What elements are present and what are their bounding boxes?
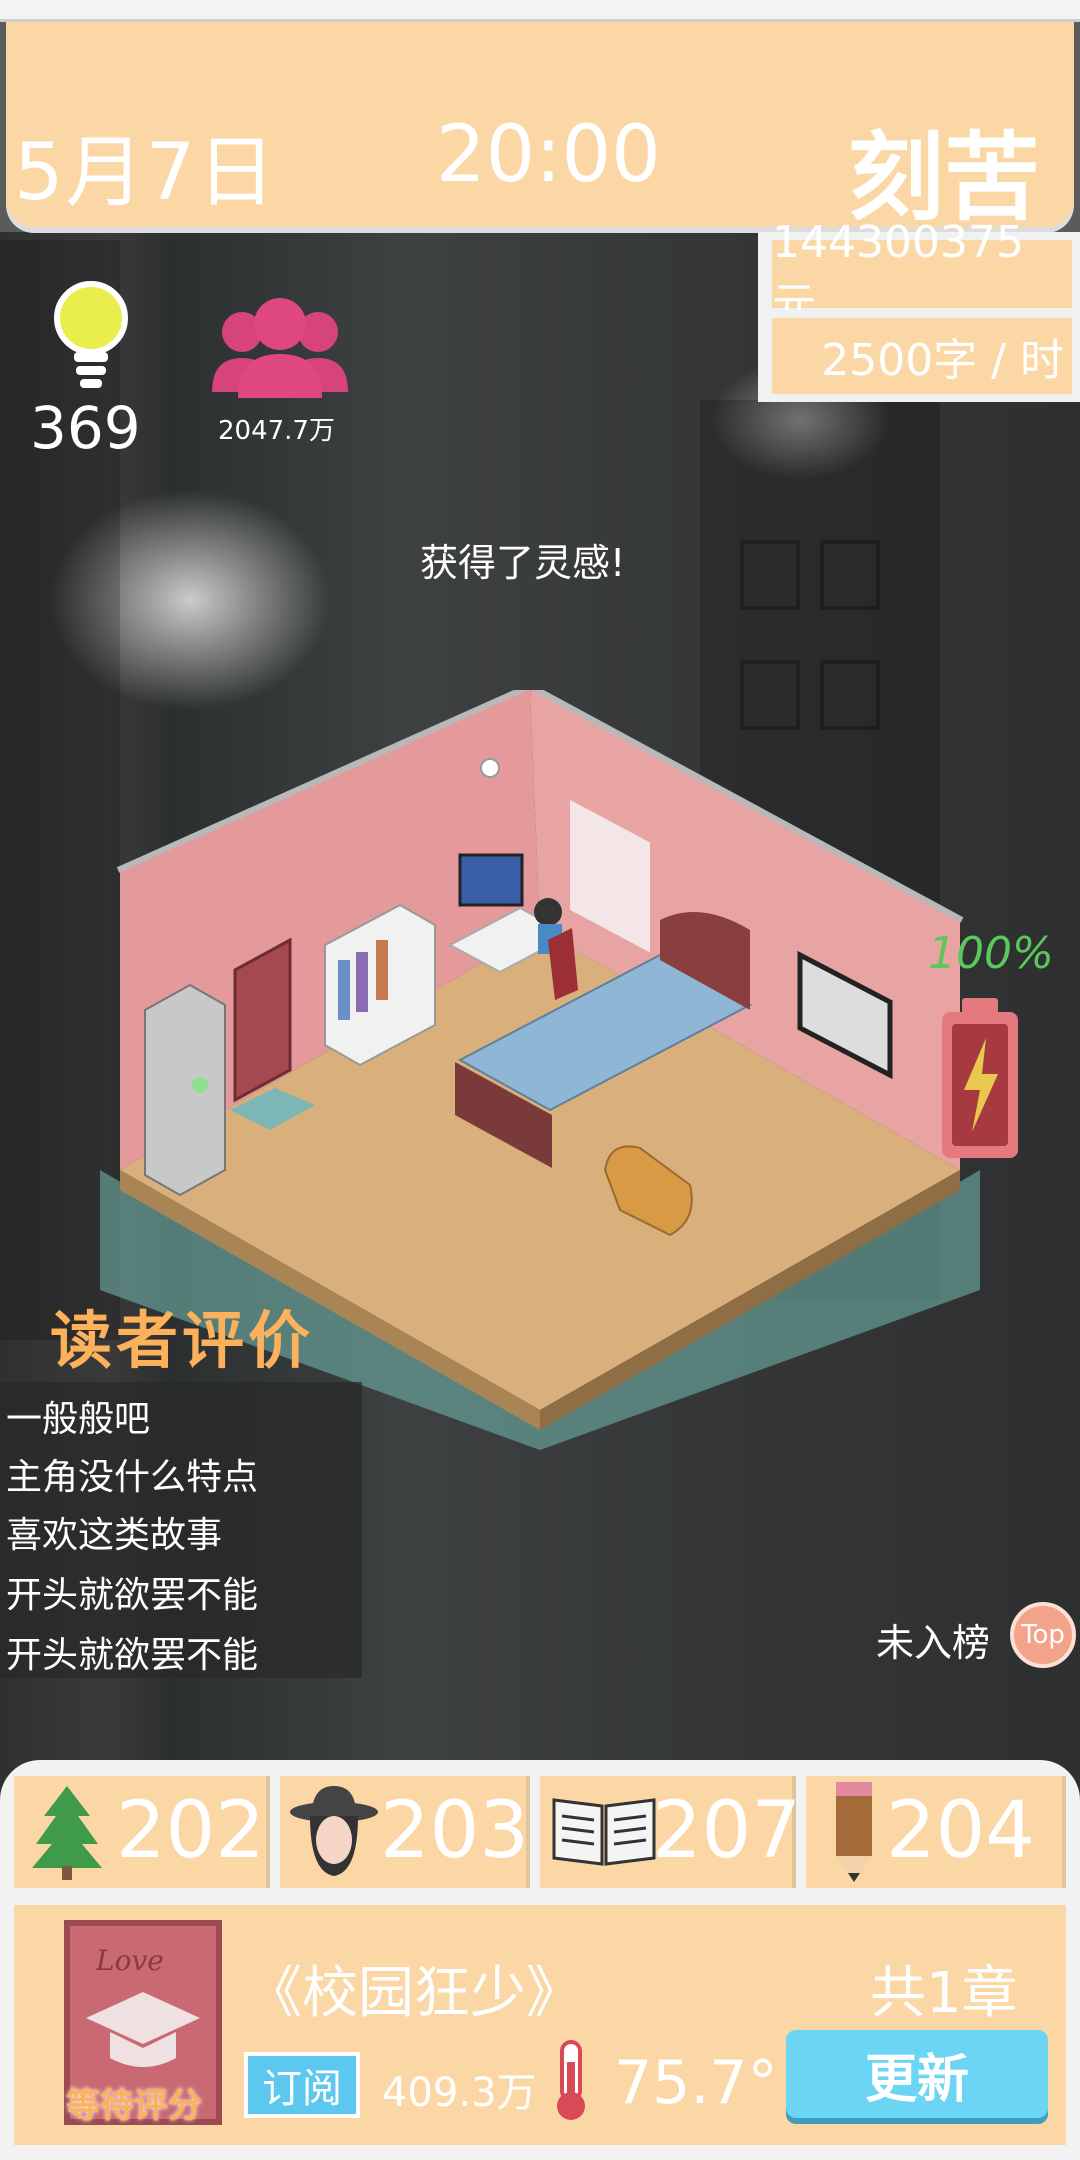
hat-person-icon — [290, 1786, 378, 1876]
attribute-value: 207 — [652, 1786, 801, 1876]
game-date: 5月7日 — [14, 128, 278, 218]
fans-count: 2047.7万 — [218, 416, 335, 446]
battery-icon — [942, 998, 1018, 1158]
top-bar: 5月7日 20:00 刻苦 — [0, 0, 1080, 234]
reviews-list: 一般般吧 主角没什么特点 喜欢这类故事 开头就欲罢不能 开头就欲罢不能 — [0, 1382, 362, 1678]
review-item: 主角没什么特点 — [6, 1457, 259, 1498]
pencil-icon — [836, 1782, 872, 1882]
battery-percent: 100% — [928, 928, 1054, 979]
building-window — [740, 540, 800, 610]
tree-icon — [32, 1786, 102, 1880]
cover-text: Love — [95, 1944, 164, 1977]
subscriber-count: 409.3万 — [382, 2070, 537, 2116]
money-value: 144300375元 — [772, 217, 1072, 330]
attribute-value: 202 — [116, 1786, 265, 1876]
reviews-title: 读者评价 — [50, 1304, 315, 1377]
book-icon — [552, 1798, 656, 1866]
book-heat: 75.7° — [614, 2048, 778, 2118]
update-button[interactable]: 更新 — [786, 2030, 1048, 2118]
game-time: 20:00 — [436, 110, 661, 200]
inspiration-message: 获得了灵感! — [420, 541, 626, 585]
speed-stat: 2500字 / 时 — [758, 310, 1080, 402]
subscribe-button[interactable]: 订阅 — [244, 2052, 360, 2118]
inspiration-count: 369 — [30, 394, 141, 462]
ranking-status: 未入榜 — [876, 1621, 991, 1665]
attribute-value: 204 — [886, 1786, 1035, 1876]
chapter-count: 共1章 — [870, 1961, 1018, 2026]
review-item: 一般般吧 — [6, 1399, 151, 1440]
thermometer-icon — [557, 2040, 585, 2120]
book-title: 《校园狂少》 — [246, 1961, 582, 2026]
top-strip — [0, 0, 1080, 22]
book-rating-status: 等待评分 — [66, 2086, 202, 2126]
ranking-top-button[interactable]: Top — [1010, 1602, 1076, 1668]
building-window — [820, 540, 880, 610]
review-item: 开头就欲罢不能 — [6, 1575, 259, 1616]
review-item: 喜欢这类故事 — [6, 1515, 223, 1556]
fans-icon[interactable] — [212, 292, 348, 402]
writing-speed-value: 2500字 / 时 — [772, 318, 1072, 394]
graduation-cap-icon: Love — [86, 1944, 200, 2067]
attribute-value: 203 — [380, 1786, 529, 1876]
money-stat: 144300375元 — [758, 217, 1080, 330]
review-item: 开头就欲罢不能 — [6, 1635, 259, 1676]
lightbulb-icon[interactable] — [48, 278, 134, 398]
